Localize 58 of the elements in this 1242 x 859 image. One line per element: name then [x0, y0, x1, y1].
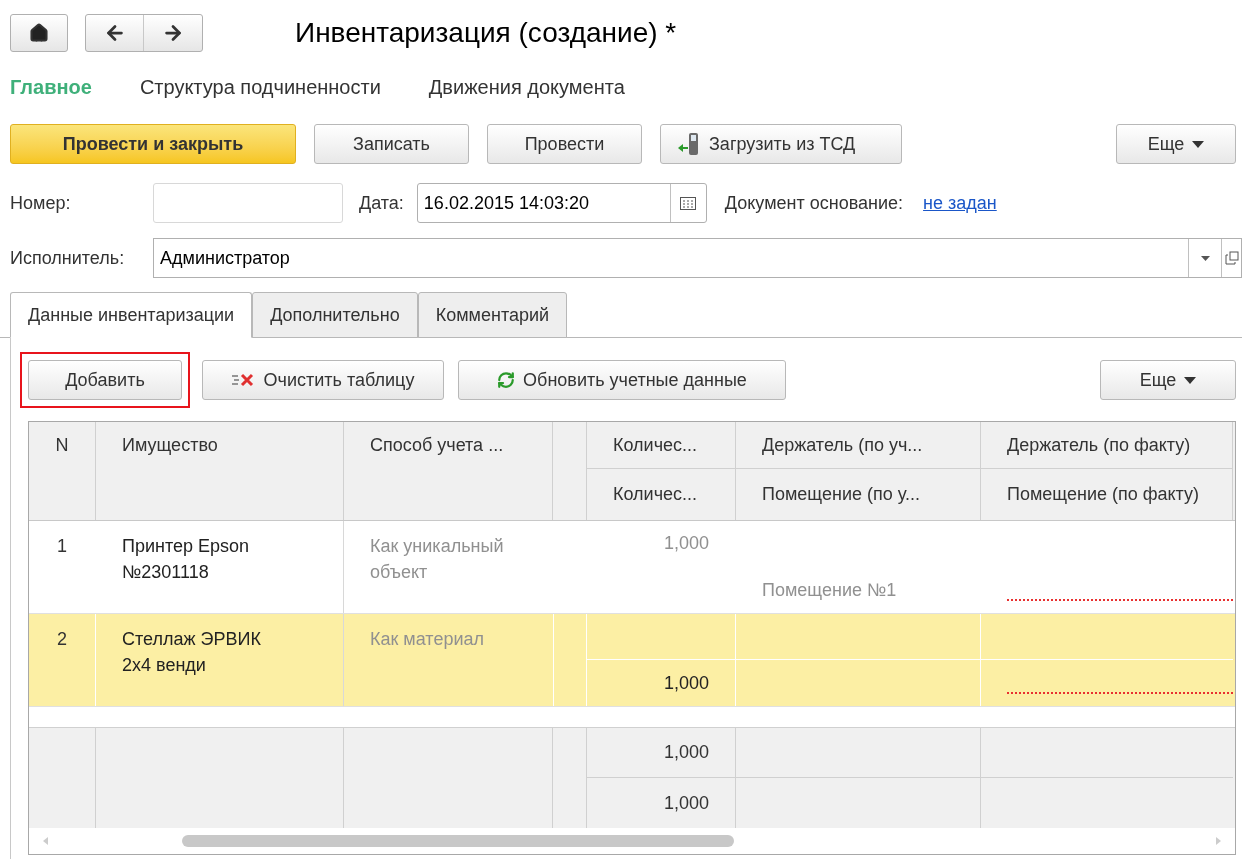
column-header[interactable]: Способ учета ...: [344, 422, 553, 520]
more-button[interactable]: Еще: [1116, 124, 1236, 164]
column-header[interactable]: N: [29, 422, 96, 520]
refresh-icon: [497, 371, 516, 389]
table-cell-text: Помещение №1: [761, 578, 898, 602]
column-header[interactable]: Количес...: [587, 422, 736, 469]
table-cell-text: 1: [56, 535, 68, 558]
column-header[interactable]: Количес...: [587, 469, 736, 520]
window-title: Инвентаризация (создание) *: [295, 16, 677, 50]
table-cell-text: 1,000: [662, 532, 710, 555]
more-button[interactable]: Еще: [1100, 360, 1236, 400]
scrollbar-thumb[interactable]: [182, 835, 734, 847]
basis-link[interactable]: не задан: [923, 189, 997, 217]
column-header[interactable]: Помещение (по факту): [981, 469, 1233, 520]
add-button[interactable]: Добавить: [28, 360, 182, 400]
table-row[interactable]: 1 Принтер Epson №2301118 Как уникальный объект 1,000 Помещение №1: [29, 521, 1235, 614]
table-cell-text: Принтер Epson №2301118: [121, 535, 251, 584]
table-cell: Как уникальный объект: [343, 521, 553, 613]
clear-table-button[interactable]: Очистить таблицу: [202, 360, 444, 400]
field-label: Номер:: [10, 191, 72, 215]
refresh-button[interactable]: Обновить учетные данные: [458, 360, 786, 400]
toolbar-button[interactable]: Записать: [314, 124, 469, 164]
field-label: Дата:: [359, 191, 404, 215]
column-header[interactable]: Держатель (по факту): [981, 422, 1233, 469]
scanner-icon: [677, 131, 701, 157]
home-button[interactable]: [10, 14, 68, 52]
home-icon: [29, 23, 49, 43]
clear-icon: [231, 373, 256, 387]
nav-tab[interactable]: Движения документа: [428, 72, 625, 102]
calendar-icon: [680, 196, 697, 210]
tab[interactable]: Данные инвентаризации: [10, 292, 253, 338]
table-row[interactable]: 2 Стеллаж ЭРВИК 2х4 венди Как материал 1,000: [29, 614, 1235, 707]
post-and-close-button[interactable]: Провести и закрыть: [10, 124, 296, 164]
load-button[interactable]: Загрузить из ТСД: [660, 124, 902, 164]
caret-icon: [1200, 255, 1210, 261]
scroll-left-icon: [43, 837, 48, 845]
table-cell: Как материал: [343, 614, 553, 706]
table-cell: Стеллаж ЭРВИК 2х4 венди: [96, 614, 344, 706]
date-input[interactable]: 16.02.2015 14:03:20: [416, 183, 707, 223]
caret-icon: [1192, 140, 1205, 148]
toolbar-button[interactable]: Провести: [487, 124, 642, 164]
total-cell: 1,000: [587, 728, 736, 778]
table-cell: 1,000: [587, 660, 736, 706]
field-label: Документ основание:: [724, 191, 904, 215]
field-label: Исполнитель:: [10, 246, 126, 270]
tab[interactable]: Дополнительно: [252, 292, 418, 338]
table-cell: 2: [29, 614, 96, 706]
total-cell: 1,000: [587, 778, 736, 828]
column-header[interactable]: Помещение (по у...: [736, 469, 981, 520]
tab[interactable]: Комментарий: [417, 292, 568, 338]
column-header[interactable]: Держатель (по уч...: [736, 422, 981, 469]
nav-tab[interactable]: Структура подчиненности: [139, 72, 381, 102]
scroll-right-icon: [1216, 837, 1221, 845]
number-input[interactable]: [153, 183, 343, 223]
executor-input[interactable]: Администратор: [153, 238, 1242, 278]
open-window-icon: [1224, 251, 1239, 265]
caret-icon: [1184, 376, 1197, 384]
column-header[interactable]: Имущество: [96, 422, 344, 520]
